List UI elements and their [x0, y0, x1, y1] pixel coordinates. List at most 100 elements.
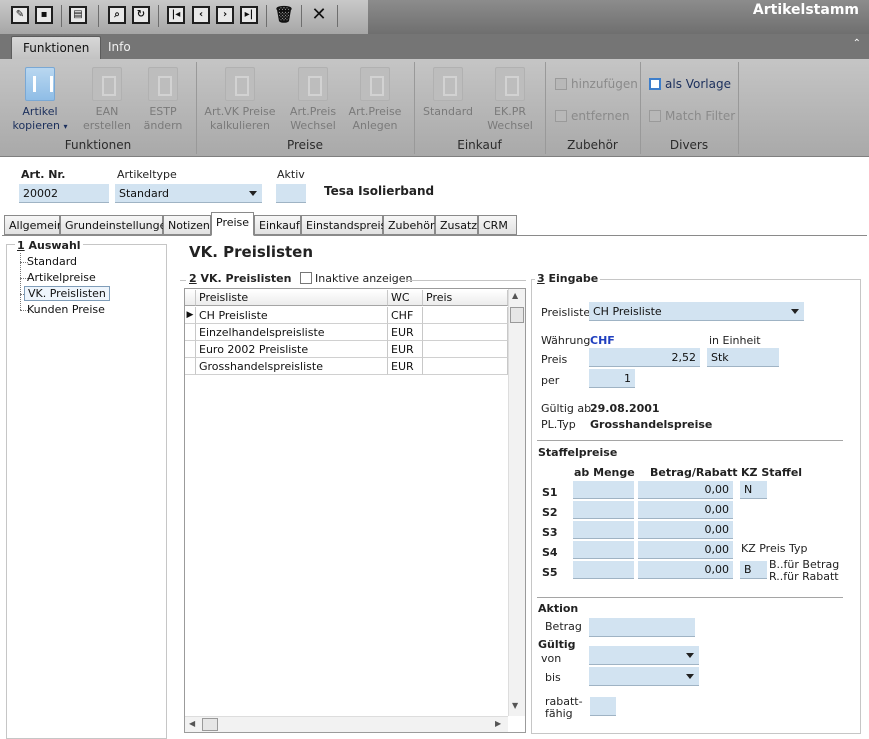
staffel-menge-s5[interactable]: [573, 561, 634, 579]
staffel-menge-s3[interactable]: [573, 521, 634, 539]
scroll-left-icon[interactable]: ◀: [189, 719, 195, 728]
preis-field[interactable]: 2,52: [589, 348, 700, 367]
scroll-right-icon[interactable]: ▶: [495, 719, 501, 728]
staffel-menge-s4[interactable]: [573, 541, 634, 559]
aktion-betrag-label: Betrag: [545, 620, 582, 633]
tab-einstandspreis[interactable]: Einstandspreis: [301, 215, 386, 235]
table-cell[interactable]: Euro 2002 Preisliste: [196, 341, 388, 358]
per-field[interactable]: 1: [589, 369, 635, 388]
save-icon[interactable]: ▪: [35, 6, 53, 24]
ekpr-wechsel-button[interactable]: EK.PR Wechsel: [482, 59, 538, 133]
entfernen-button[interactable]: entfernen: [555, 109, 630, 123]
button-label: hinzufügen: [571, 77, 638, 91]
match-filter-checkbox[interactable]: Match Filter: [649, 109, 735, 123]
preise-anlegen-button[interactable]: Art.Preise Anlegen: [344, 59, 406, 133]
horizontal-scrollbar[interactable]: ◀ ▶: [185, 716, 508, 732]
staffel-menge-s1[interactable]: [573, 481, 634, 499]
aktion-betrag-field[interactable]: [589, 618, 695, 637]
rabattfaehig-field[interactable]: [590, 697, 616, 716]
scrollbar-thumb[interactable]: [202, 718, 218, 731]
nav-item-vk-preislisten[interactable]: VK. Preislisten: [24, 286, 110, 301]
previous-record-icon[interactable]: ‹: [192, 6, 210, 24]
tab-einkauf[interactable]: Einkauf: [254, 215, 301, 235]
button-label: ESTP: [149, 105, 177, 118]
table-cell[interactable]: EUR: [388, 358, 423, 375]
preis-wechsel-button[interactable]: Art.Preis Wechsel: [282, 59, 344, 133]
tab-preise[interactable]: Preise: [211, 212, 254, 236]
staffel-label-s3: S3: [542, 526, 558, 539]
als-vorlage-checkbox[interactable]: als Vorlage: [649, 77, 731, 91]
next-record-icon[interactable]: ›: [216, 6, 234, 24]
aktiv-label: Aktiv: [277, 168, 305, 181]
table-cell[interactable]: CH Preisliste: [196, 307, 388, 324]
close-icon[interactable]: ✕: [310, 6, 328, 24]
ean-erstellen-button[interactable]: EAN erstellen: [80, 59, 134, 133]
tab-notizen[interactable]: Notizen: [163, 215, 211, 235]
hinzufuegen-button[interactable]: hinzufügen: [555, 77, 638, 91]
first-record-icon[interactable]: |◂: [167, 6, 185, 24]
art-nr-field[interactable]: 20002: [19, 184, 109, 203]
table-cell[interactable]: [423, 307, 508, 324]
refresh-icon[interactable]: ↻: [132, 6, 150, 24]
tab-zusatz[interactable]: Zusatz: [435, 215, 478, 235]
vk-preise-kalkulieren-button[interactable]: Art.VK Preise kalkulieren: [202, 59, 278, 133]
staffel-menge-s2[interactable]: [573, 501, 634, 519]
table-cell[interactable]: Grosshandelspreisliste: [196, 358, 388, 375]
section-number: 1: [17, 239, 25, 252]
button-label: kopieren: [12, 119, 61, 132]
column-header-wc[interactable]: WC: [388, 290, 423, 306]
table-cell[interactable]: [423, 358, 508, 375]
vertical-scrollbar[interactable]: ▲ ▼: [508, 289, 525, 716]
collapse-ribbon-icon[interactable]: ⌃: [853, 38, 861, 49]
edit-icon[interactable]: ✎: [11, 6, 29, 24]
staffel-betrag-s5[interactable]: 0,00: [638, 561, 733, 579]
standard-button[interactable]: Standard: [420, 59, 476, 119]
kz-preis-typ-field[interactable]: B: [740, 561, 767, 579]
scroll-up-icon[interactable]: ▲: [512, 291, 518, 300]
nav-item-standard[interactable]: Standard: [24, 255, 80, 268]
column-header-preis[interactable]: Preis: [423, 290, 508, 306]
bis-date-select[interactable]: [589, 667, 699, 686]
last-record-icon[interactable]: ▸|: [240, 6, 258, 24]
inaktive-anzeigen-checkbox[interactable]: [300, 272, 312, 284]
tab-crm[interactable]: CRM: [478, 215, 517, 235]
trash-icon[interactable]: 🗑: [274, 6, 294, 24]
aktiv-field[interactable]: [276, 184, 306, 203]
einheit-field[interactable]: Stk: [707, 348, 779, 367]
ribbon-tab-funktionen[interactable]: Funktionen: [11, 36, 102, 60]
search-icon[interactable]: ⌕: [108, 6, 126, 24]
button-label: ändern: [143, 119, 183, 132]
scroll-down-icon[interactable]: ▼: [512, 701, 518, 710]
table-cell[interactable]: CHF: [388, 307, 423, 324]
staffel-betrag-s1[interactable]: 0,00: [638, 481, 733, 499]
column-header-preisliste[interactable]: Preisliste: [196, 290, 388, 306]
toolbar-separator: [61, 5, 62, 27]
ribbon-tab-info[interactable]: Info: [97, 36, 142, 60]
staffel-betrag-s3[interactable]: 0,00: [638, 521, 733, 539]
estp-aendern-button[interactable]: ESTP ändern: [136, 59, 190, 133]
table-cell[interactable]: [423, 324, 508, 341]
nav-item-kunden-preise[interactable]: Kunden Preise: [24, 303, 108, 316]
group-label-zubehoer: Zubehör: [567, 138, 618, 152]
nav-item-artikelpreise[interactable]: Artikelpreise: [24, 271, 99, 284]
group-label-einkauf: Einkauf: [457, 138, 502, 152]
artikeltype-select[interactable]: Standard: [115, 184, 262, 203]
table-cell[interactable]: Einzelhandelspreisliste: [196, 324, 388, 341]
kz-staffel-field[interactable]: N: [740, 481, 767, 499]
artikel-kopieren-button[interactable]: Artikel kopieren ▾: [8, 59, 72, 134]
tab-allgemein[interactable]: Allgemein: [4, 215, 64, 235]
scrollbar-thumb[interactable]: [510, 307, 524, 323]
staffel-betrag-s2[interactable]: 0,00: [638, 501, 733, 519]
section-divider: [537, 440, 843, 441]
tab-grundeinstellungen[interactable]: Grundeinstellungen: [60, 215, 173, 235]
staffel-label-s5: S5: [542, 566, 558, 579]
table-cell[interactable]: [423, 341, 508, 358]
table-cell[interactable]: EUR: [388, 341, 423, 358]
table-cell[interactable]: EUR: [388, 324, 423, 341]
von-date-select[interactable]: [589, 646, 699, 665]
staffel-betrag-s4[interactable]: 0,00: [638, 541, 733, 559]
print-icon[interactable]: ▤: [69, 6, 87, 24]
tab-zubehoer[interactable]: Zubehör: [383, 215, 435, 235]
row-header: [185, 324, 196, 341]
preisliste-select[interactable]: CH Preisliste: [589, 302, 804, 321]
